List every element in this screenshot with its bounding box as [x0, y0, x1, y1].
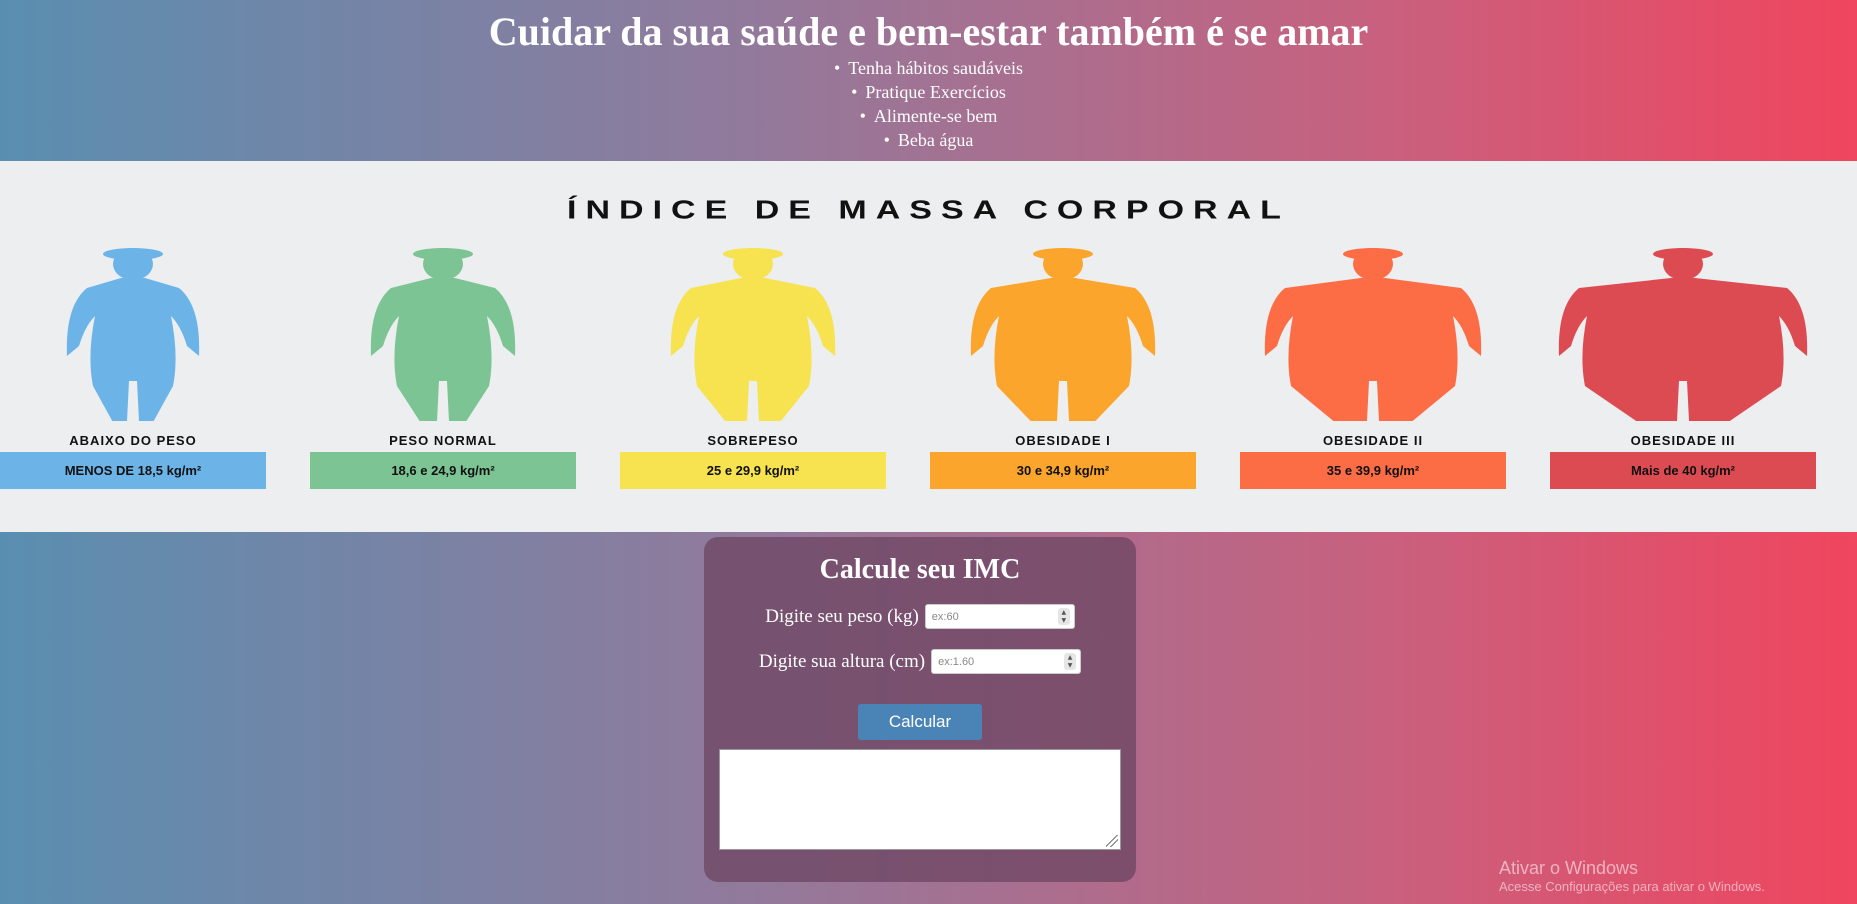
- body-silhouette-icon: [66, 248, 200, 421]
- bmi-calculator-card: Calcule seu IMC Digite seu peso (kg) ex:…: [704, 537, 1136, 882]
- bmi-range-box: 18,6 e 24,9 kg/m²: [310, 452, 576, 489]
- body-silhouette-icon: [1264, 248, 1482, 421]
- weight-placeholder: ex:60: [931, 610, 959, 623]
- bmi-banner-title: ÍNDICE DE MASSA CORPORAL: [567, 195, 1290, 225]
- bmi-range-box: 35 e 39,9 kg/m²: [1240, 452, 1506, 489]
- height-label: Digite sua altura (cm): [758, 650, 926, 672]
- calculator-title: Calcule seu IMC: [819, 554, 1021, 585]
- bmi-category-label: OBESIDADE II: [1322, 433, 1424, 448]
- bmi-category-label: ABAIXO DO PESO: [69, 433, 197, 448]
- weight-spinner-icon[interactable]: ▲ ▼: [1057, 608, 1070, 625]
- bmi-range-box: 30 e 34,9 kg/m²: [930, 452, 1196, 489]
- calculate-button[interactable]: Calcular: [858, 704, 982, 740]
- weight-row: Digite seu peso (kg) ex:60 ▲ ▼: [704, 604, 1136, 629]
- bmi-category-label: OBESIDADE I: [1015, 433, 1111, 448]
- height-input[interactable]: ex:1.60 ▲ ▼: [931, 649, 1082, 674]
- bmi-category: OBESIDADE III Mais de 40 kg/m²: [1550, 246, 1816, 489]
- bmi-range-box: Mais de 40 kg/m²: [1550, 452, 1816, 489]
- body-silhouette-icon: [670, 248, 836, 421]
- bmi-category-label: SOBREPESO: [707, 433, 799, 448]
- bmi-category: OBESIDADE I 30 e 34,9 kg/m²: [930, 246, 1196, 489]
- resize-grip-icon[interactable]: [1106, 835, 1118, 847]
- bmi-category: OBESIDADE II 35 e 39,9 kg/m²: [1240, 246, 1506, 489]
- bmi-category-label: PESO NORMAL: [389, 433, 497, 448]
- tips-list: Tenha hábitos saudáveis Pratique Exercíc…: [834, 56, 1023, 152]
- bmi-range-box: 25 e 29,9 kg/m²: [620, 452, 886, 489]
- tip-item: Alimente-se bem: [834, 104, 1023, 128]
- height-spinner-icon[interactable]: ▲ ▼: [1064, 653, 1077, 670]
- bmi-range-box: MENOS DE 18,5 kg/m²: [0, 452, 266, 489]
- windows-activation-watermark: Ativar o Windows Acesse Configurações pa…: [1499, 857, 1765, 895]
- body-silhouette-icon: [370, 248, 516, 421]
- weight-label: Digite seu peso (kg): [765, 605, 919, 627]
- bmi-category: ABAIXO DO PESO MENOS DE 18,5 kg/m²: [0, 246, 266, 489]
- body-silhouette-icon: [1558, 248, 1808, 421]
- page-title: Cuidar da sua saúde e bem-estar também é…: [488, 9, 1369, 54]
- page-header: Cuidar da sua saúde e bem-estar também é…: [0, 0, 1857, 161]
- tip-item: Pratique Exercícios: [834, 80, 1023, 104]
- tip-item: Beba água: [834, 128, 1023, 152]
- bmi-category-label: OBESIDADE III: [1630, 433, 1736, 448]
- watermark-title: Ativar o Windows: [1499, 858, 1639, 878]
- weight-input[interactable]: ex:60 ▲ ▼: [924, 604, 1075, 629]
- height-row: Digite sua altura (cm) ex:1.60 ▲ ▼: [704, 649, 1136, 674]
- body-silhouette-icon: [970, 248, 1156, 421]
- bmi-banner-image: ÍNDICE DE MASSA CORPORAL ABAIXO DO PESO M…: [0, 161, 1857, 532]
- bmi-category: SOBREPESO 25 e 29,9 kg/m²: [620, 246, 886, 489]
- watermark-subtitle: Acesse Configurações para ativar o Windo…: [1499, 879, 1765, 894]
- bmi-category: PESO NORMAL 18,6 e 24,9 kg/m²: [310, 246, 576, 489]
- height-placeholder: ex:1.60: [938, 655, 975, 668]
- result-textarea[interactable]: [719, 749, 1121, 850]
- tip-item: Tenha hábitos saudáveis: [834, 56, 1023, 80]
